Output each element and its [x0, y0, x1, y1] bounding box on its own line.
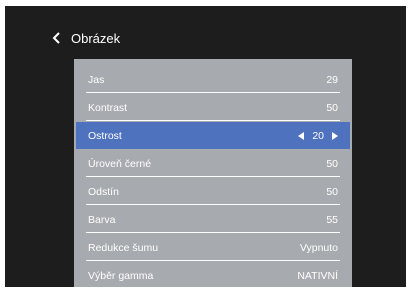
menu-item-ostrost[interactable]: Ostrost 20 — [76, 122, 350, 149]
arrow-left-icon[interactable] — [296, 130, 306, 142]
value-stepper[interactable]: 20 — [296, 130, 340, 142]
divider — [86, 120, 340, 121]
arrow-right-icon[interactable] — [330, 130, 340, 142]
menu-item-label: Ostrost — [88, 129, 122, 142]
menu-item-label: Kontrast — [88, 101, 128, 114]
divider — [86, 204, 340, 205]
menu-item-uroven-cerne[interactable]: Úroveň černé 50 — [74, 150, 352, 177]
menu-item-value: NATIVNÍ — [297, 269, 338, 282]
menu-header: Obrázek — [49, 27, 120, 49]
page-title: Obrázek — [71, 30, 121, 46]
menu-item-redukce-sumu[interactable]: Redukce šumu Vypnuto — [74, 234, 352, 261]
menu-item-value: 55 — [326, 213, 338, 226]
menu-item-jas[interactable]: Jas 29 — [74, 66, 352, 93]
menu-item-vyber-gamma[interactable]: Výběr gamma NATIVNÍ — [74, 262, 352, 289]
menu-item-label: Barva — [88, 213, 116, 226]
settings-panel: Jas 29 Kontrast 50 Ostrost 20 Úroveň čer… — [74, 59, 352, 289]
menu-item-value: 50 — [326, 101, 338, 114]
menu-item-value: 20 — [312, 129, 324, 142]
menu-item-value: 50 — [326, 157, 338, 170]
divider — [86, 92, 340, 93]
divider — [86, 288, 340, 289]
chevron-left-icon[interactable] — [49, 30, 65, 46]
osd-screen: Obrázek Jas 29 Kontrast 50 Ostrost 20 Úr… — [5, 6, 406, 289]
menu-item-label: Jas — [88, 73, 105, 86]
divider — [86, 176, 340, 177]
menu-item-value: 50 — [326, 185, 338, 198]
menu-item-label: Odstín — [88, 185, 119, 198]
divider — [86, 260, 340, 261]
menu-item-label: Úroveň černé — [88, 157, 152, 170]
menu-item-value: Vypnuto — [299, 241, 338, 254]
menu-item-label: Výběr gamma — [88, 269, 154, 282]
menu-item-value: 29 — [326, 73, 338, 86]
divider — [86, 232, 340, 233]
menu-item-label: Redukce šumu — [88, 241, 159, 254]
menu-item-barva[interactable]: Barva 55 — [74, 206, 352, 233]
menu-item-kontrast[interactable]: Kontrast 50 — [74, 94, 352, 121]
menu-item-odstin[interactable]: Odstín 50 — [74, 178, 352, 205]
